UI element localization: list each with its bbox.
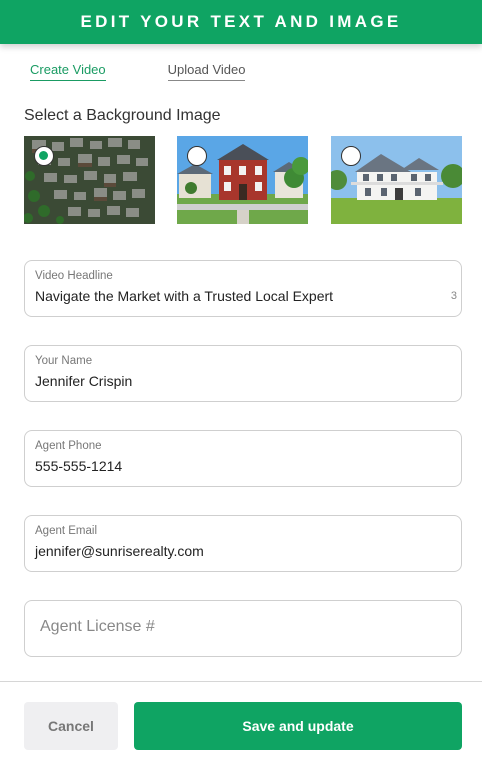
tab-create-video[interactable]: Create Video [30, 62, 106, 81]
agent-email-field[interactable]: Agent Email jennifer@sunriserealty.com [24, 515, 462, 572]
background-option-red-brick-house[interactable] [177, 136, 308, 224]
background-radio-unselected[interactable] [341, 146, 361, 166]
cancel-button[interactable]: Cancel [24, 702, 118, 750]
your-name-field[interactable]: Your Name Jennifer Crispin [24, 345, 462, 402]
your-name-input[interactable]: Jennifer Crispin [35, 373, 132, 389]
background-radio-unselected[interactable] [187, 146, 207, 166]
video-headline-field[interactable]: Video Headline Navigate the Market with … [24, 260, 462, 317]
agent-license-field[interactable]: Agent License # [24, 600, 462, 657]
footer-divider [0, 681, 482, 682]
video-headline-label: Video Headline [35, 270, 113, 282]
background-radio-selected[interactable] [34, 146, 54, 166]
agent-phone-field[interactable]: Agent Phone 555-555-1214 [24, 430, 462, 487]
your-name-label: Your Name [35, 355, 93, 367]
header-bar: EDIT YOUR TEXT AND IMAGE [0, 0, 482, 44]
agent-email-label: Agent Email [35, 525, 98, 537]
video-headline-input[interactable]: Navigate the Market with a Trusted Local… [35, 288, 333, 304]
tab-upload-video[interactable]: Upload Video [167, 62, 246, 81]
agent-phone-input[interactable]: 555-555-1214 [35, 458, 122, 474]
page-title: EDIT YOUR TEXT AND IMAGE [80, 12, 402, 31]
agent-phone-label: Agent Phone [35, 440, 102, 452]
video-mode-tabs: Create Video Upload Video [30, 62, 246, 81]
background-section-label: Select a Background Image [24, 107, 221, 124]
agent-email-input[interactable]: jennifer@sunriserealty.com [35, 543, 204, 559]
save-and-update-button[interactable]: Save and update [134, 702, 462, 750]
agent-license-input[interactable]: Agent License # [40, 618, 155, 636]
video-headline-counter: 3 [450, 290, 457, 302]
background-image-options [24, 136, 462, 224]
background-option-white-farmhouse[interactable] [331, 136, 462, 224]
background-option-aerial-neighborhood[interactable] [24, 136, 155, 224]
